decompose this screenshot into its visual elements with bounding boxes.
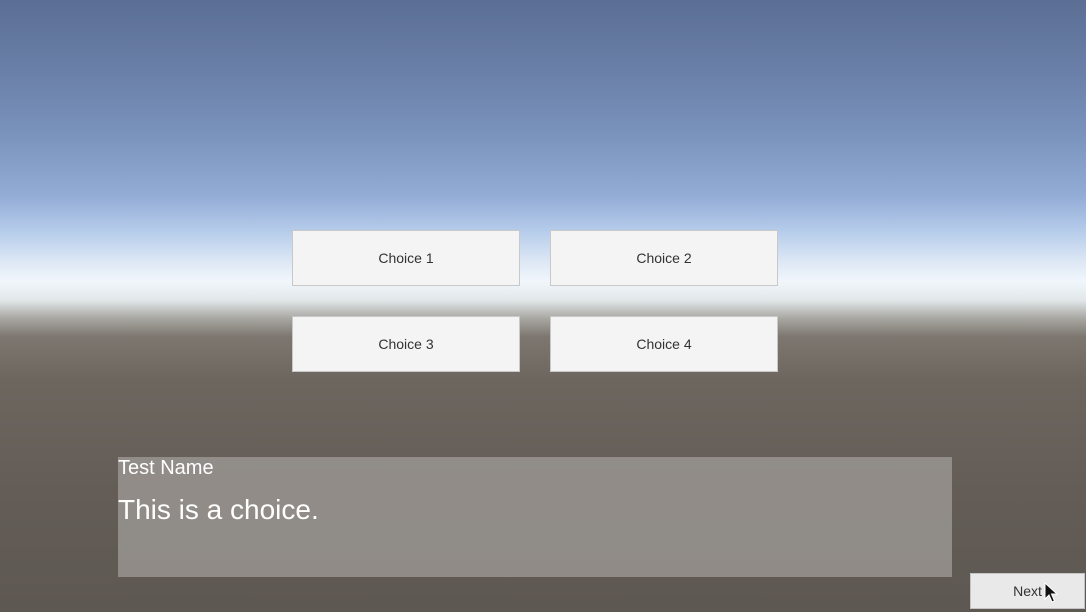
next-button[interactable]: Next [970,573,1085,609]
mouse-pointer-icon [1044,582,1058,603]
choice-2-button[interactable]: Choice 2 [550,230,778,286]
game-scene: Choice 1 Choice 2 Choice 3 Choice 4 Test… [0,0,1086,612]
choice-1-button[interactable]: Choice 1 [292,230,520,286]
dialogue-text: This is a choice. [118,494,319,525]
dialogue-box: Test Name This is a choice. [118,457,952,577]
choice-4-button[interactable]: Choice 4 [550,316,778,372]
choice-3-button[interactable]: Choice 3 [292,316,520,372]
speaker-name: Test Name [118,457,214,479]
